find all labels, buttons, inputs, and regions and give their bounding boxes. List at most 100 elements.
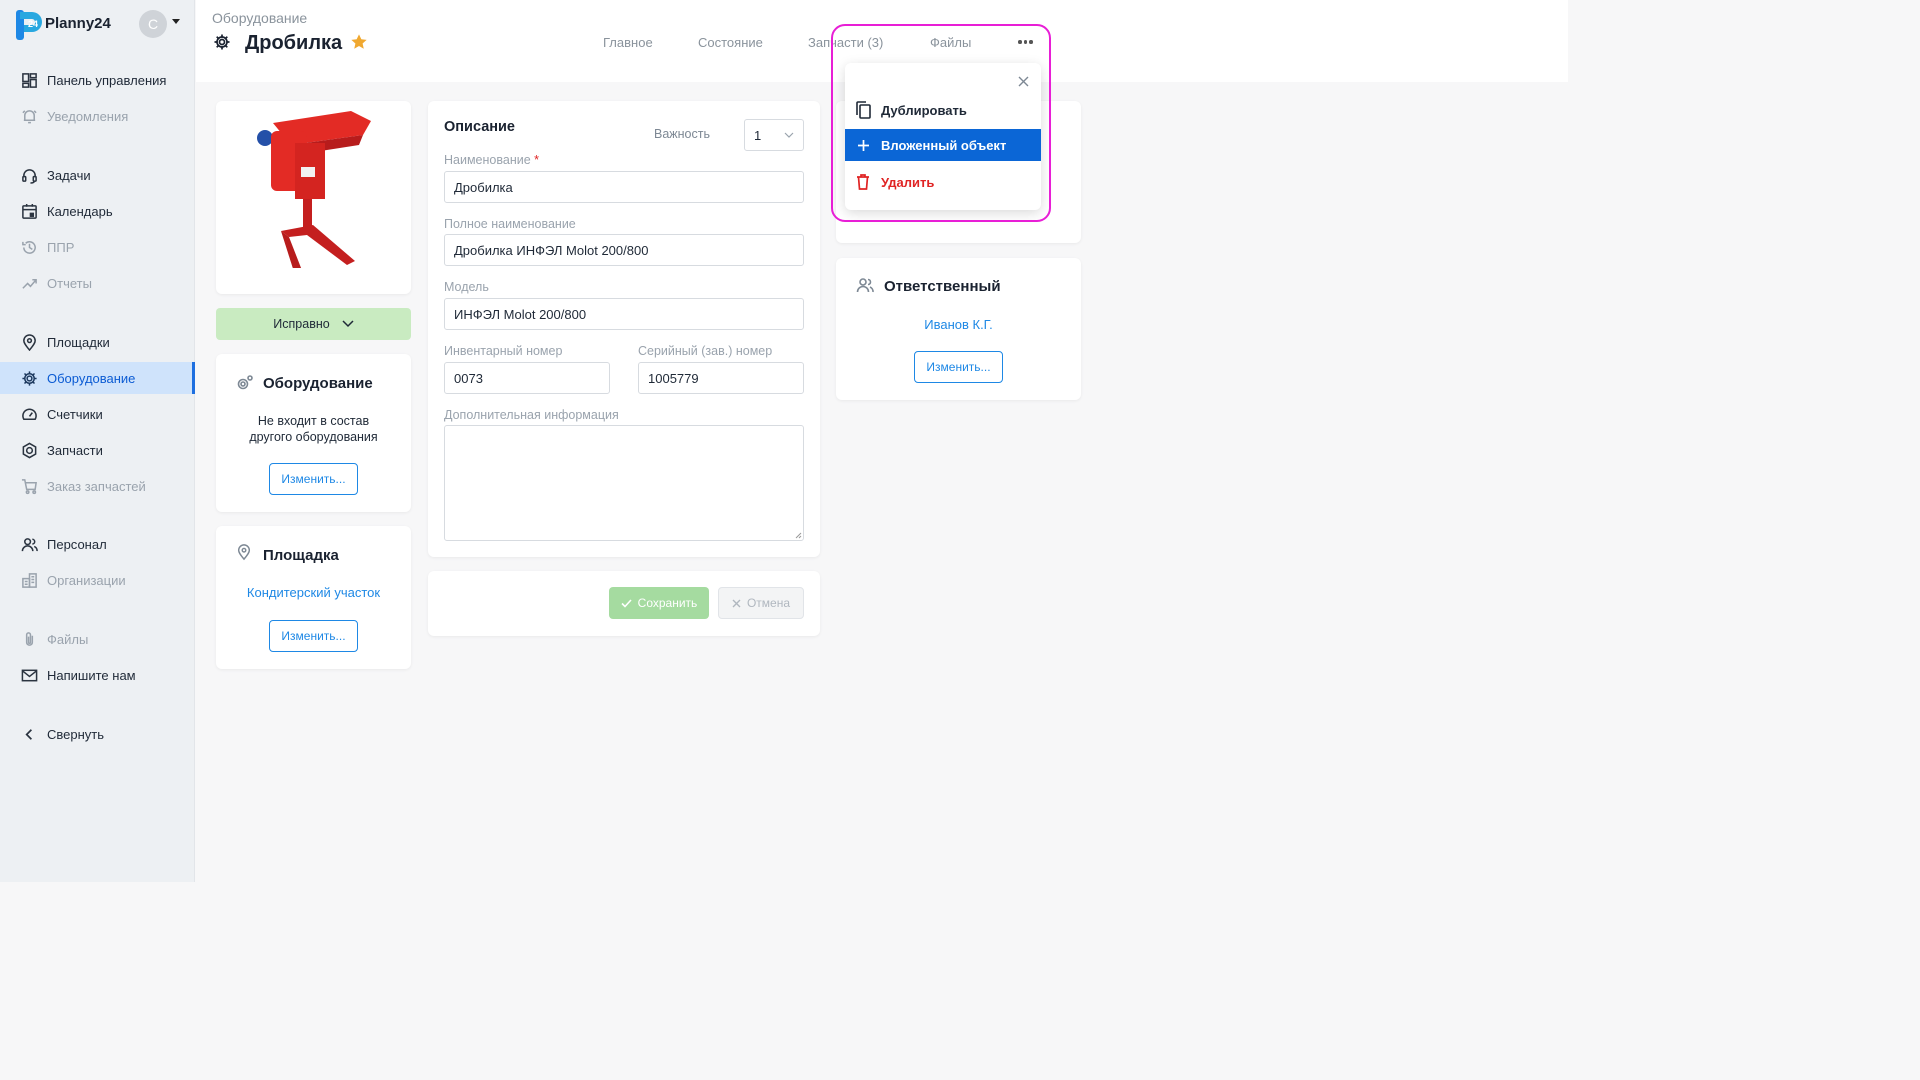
- name-label: Наименование *: [444, 153, 539, 167]
- change-parent-button[interactable]: Изменить...: [269, 463, 358, 495]
- importance-value: 1: [754, 127, 762, 143]
- sidebar-item-label: Площадки: [47, 334, 110, 350]
- close-icon[interactable]: [1018, 76, 1029, 87]
- sidebar-item-ppr[interactable]: ППР: [0, 231, 195, 263]
- sidebar-item-staff[interactable]: Персонал: [0, 528, 195, 560]
- star-icon[interactable]: [350, 33, 368, 51]
- sidebar-item-label: Напишите нам: [47, 667, 136, 683]
- menu-item-duplicate[interactable]: Дублировать: [845, 94, 1041, 126]
- sidebar-item-contact[interactable]: Напишите нам: [0, 659, 195, 691]
- change-responsible-button[interactable]: Изменить...: [914, 351, 1003, 383]
- sidebar-item-label: Организации: [47, 572, 126, 588]
- sidebar-item-parts[interactable]: Запчасти: [0, 434, 195, 466]
- user-avatar[interactable]: С: [139, 10, 167, 38]
- sidebar-item-label: Персонал: [47, 536, 107, 552]
- site-link[interactable]: Кондитерский участок: [216, 585, 411, 600]
- people-icon: [20, 535, 38, 553]
- close-icon: [732, 599, 741, 607]
- serial-label: Серийный (зав.) номер: [638, 344, 773, 358]
- full-name-label: Полное наименование: [444, 217, 576, 231]
- serial-field[interactable]: 1005779: [638, 362, 804, 394]
- gears-icon: [237, 375, 253, 390]
- save-button[interactable]: Сохранить: [609, 587, 709, 619]
- required-mark: *: [534, 153, 540, 167]
- text-line: другого оборудования: [249, 430, 378, 444]
- sidebar-item-label: Счетчики: [47, 406, 103, 422]
- name-label-text: Наименование: [444, 153, 531, 167]
- chevron-down-icon: [784, 132, 794, 138]
- trend-icon: [20, 274, 38, 292]
- sidebar-item-sites[interactable]: Площадки: [0, 326, 195, 358]
- pin-icon: [20, 333, 38, 351]
- parent-equipment-text: Не входит в состав другого оборудования: [216, 413, 411, 445]
- bell-icon: [20, 107, 38, 125]
- sidebar-item-label: Заказ запчастей: [47, 478, 146, 494]
- sidebar-item-meters[interactable]: Счетчики: [0, 398, 195, 430]
- gear-icon: [20, 369, 38, 387]
- sidebar-item-label: Свернуть: [47, 726, 105, 742]
- tab-main[interactable]: Главное: [603, 35, 653, 50]
- calendar-icon: [20, 202, 38, 220]
- status-dropdown[interactable]: Исправно: [216, 308, 411, 340]
- pin-icon: [237, 544, 251, 561]
- gauge-icon: [20, 405, 38, 423]
- cancel-label: Отмена: [746, 596, 791, 610]
- mail-icon: [20, 666, 38, 684]
- sidebar-item-label: Панель управления: [47, 72, 167, 88]
- responsible-person-link[interactable]: Иванов К.Г.: [836, 317, 1081, 332]
- cancel-button[interactable]: Отмена: [718, 587, 804, 619]
- more-options-icon[interactable]: [1018, 36, 1034, 48]
- building-icon: [20, 571, 38, 589]
- tab-state[interactable]: Состояние: [698, 35, 763, 50]
- sidebar-item-files[interactable]: Файлы: [0, 623, 195, 655]
- sidebar-item-parts-order[interactable]: Заказ запчастей: [0, 470, 195, 502]
- sidebar-item-equipment[interactable]: Оборудование: [0, 362, 195, 394]
- menu-item-label: Дублировать: [881, 102, 967, 118]
- inventory-label: Инвентарный номер: [444, 344, 563, 358]
- chevron-down-icon: [342, 320, 354, 328]
- menu-item-nested-object[interactable]: Вложенный объект: [845, 129, 1041, 161]
- sidebar-collapse[interactable]: Свернуть: [0, 718, 195, 750]
- chevron-left-icon: [20, 725, 38, 743]
- menu-item-delete[interactable]: Удалить: [845, 166, 1041, 198]
- sidebar-item-label: Файлы: [47, 631, 89, 647]
- text-line: Не входит в состав: [257, 414, 370, 428]
- sidebar-item-notifications[interactable]: Уведомления: [0, 100, 195, 132]
- sidebar-item-tasks[interactable]: Задачи: [0, 159, 195, 191]
- cart-icon: [20, 477, 38, 495]
- sidebar-item-label: Отчеты: [47, 275, 92, 291]
- menu-item-label: Вложенный объект: [881, 137, 1007, 153]
- headset-icon: [20, 166, 38, 184]
- sidebar-item-label: Оборудование: [47, 370, 136, 386]
- dashboard-icon: [20, 71, 38, 89]
- sidebar-item-label: Запчасти: [47, 442, 103, 458]
- paperclip-icon: [20, 630, 38, 648]
- save-label: Сохранить: [637, 596, 698, 610]
- resize-handle-icon[interactable]: [795, 532, 802, 539]
- hex-nut-icon: [20, 441, 38, 459]
- planny-logo-icon: 24: [16, 10, 42, 40]
- extra-info-label: Дополнительная информация: [444, 408, 619, 422]
- change-site-button[interactable]: Изменить...: [269, 620, 358, 652]
- sidebar-item-organizations[interactable]: Организации: [0, 564, 195, 596]
- copy-icon: [856, 101, 871, 119]
- sidebar-item-dashboard[interactable]: Панель управления: [0, 64, 195, 96]
- model-field[interactable]: ИНФЭЛ Molot 200/800: [444, 298, 804, 330]
- user-menu-caret-icon[interactable]: [172, 19, 180, 24]
- card-title: Ответственный: [884, 278, 1001, 295]
- name-field[interactable]: Дробилка: [444, 171, 804, 203]
- model-label: Модель: [444, 280, 489, 294]
- gear-icon: [214, 34, 230, 50]
- svg-text:24: 24: [28, 19, 38, 29]
- full-name-field[interactable]: Дробилка ИНФЭЛ Molot 200/800: [444, 234, 804, 266]
- tab-parts[interactable]: Запчасти (3): [808, 35, 883, 50]
- importance-select[interactable]: 1: [744, 119, 804, 151]
- sidebar-item-reports[interactable]: Отчеты: [0, 267, 195, 299]
- sidebar-item-calendar[interactable]: Календарь: [0, 195, 195, 227]
- sidebar-item-label: Календарь: [47, 203, 113, 219]
- trash-icon: [857, 174, 869, 190]
- inventory-field[interactable]: 0073: [444, 362, 610, 394]
- extra-info-textarea[interactable]: [444, 425, 804, 541]
- breadcrumb[interactable]: Оборудование: [212, 10, 307, 26]
- tab-files[interactable]: Файлы: [930, 35, 971, 50]
